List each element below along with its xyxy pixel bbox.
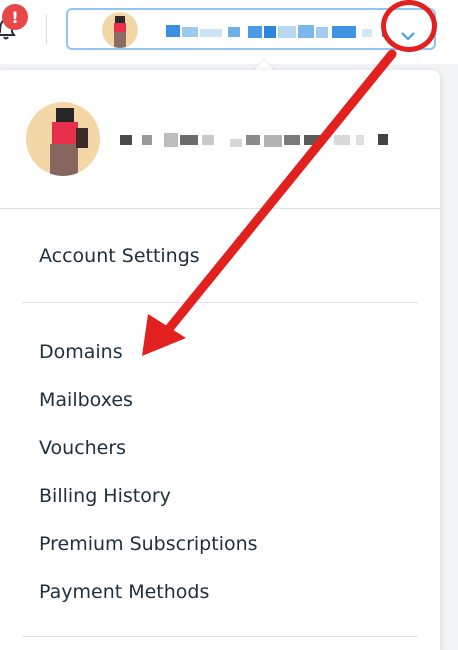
menu-item-account-settings[interactable]: Account Settings	[39, 244, 200, 268]
menu-item-mailboxes[interactable]: Mailboxes	[39, 388, 133, 412]
account-switcher[interactable]	[66, 8, 436, 50]
profile-avatar	[26, 102, 100, 176]
menu-item-premium-subscriptions[interactable]: Premium Subscriptions	[39, 532, 258, 556]
menu-item-vouchers[interactable]: Vouchers	[39, 436, 126, 460]
top-bar: !	[0, 0, 458, 64]
menu-bottom-separator	[22, 636, 418, 637]
notification-badge[interactable]: !	[2, 4, 28, 30]
menu-item-billing-history[interactable]: Billing History	[39, 484, 171, 508]
chevron-down-icon	[401, 32, 415, 41]
profile-name-redacted	[120, 133, 388, 147]
menu-item-payment-methods[interactable]: Payment Methods	[39, 580, 209, 604]
account-email-redacted	[166, 25, 386, 38]
toolbar-divider	[46, 14, 47, 44]
menu-item-domains[interactable]: Domains	[39, 340, 123, 364]
avatar	[102, 12, 138, 48]
profile-separator	[0, 208, 440, 209]
menu-separator	[22, 302, 418, 303]
account-menu-toggle[interactable]	[386, 16, 430, 56]
account-dropdown: Account Settings Domains Mailboxes Vouch…	[0, 70, 440, 650]
